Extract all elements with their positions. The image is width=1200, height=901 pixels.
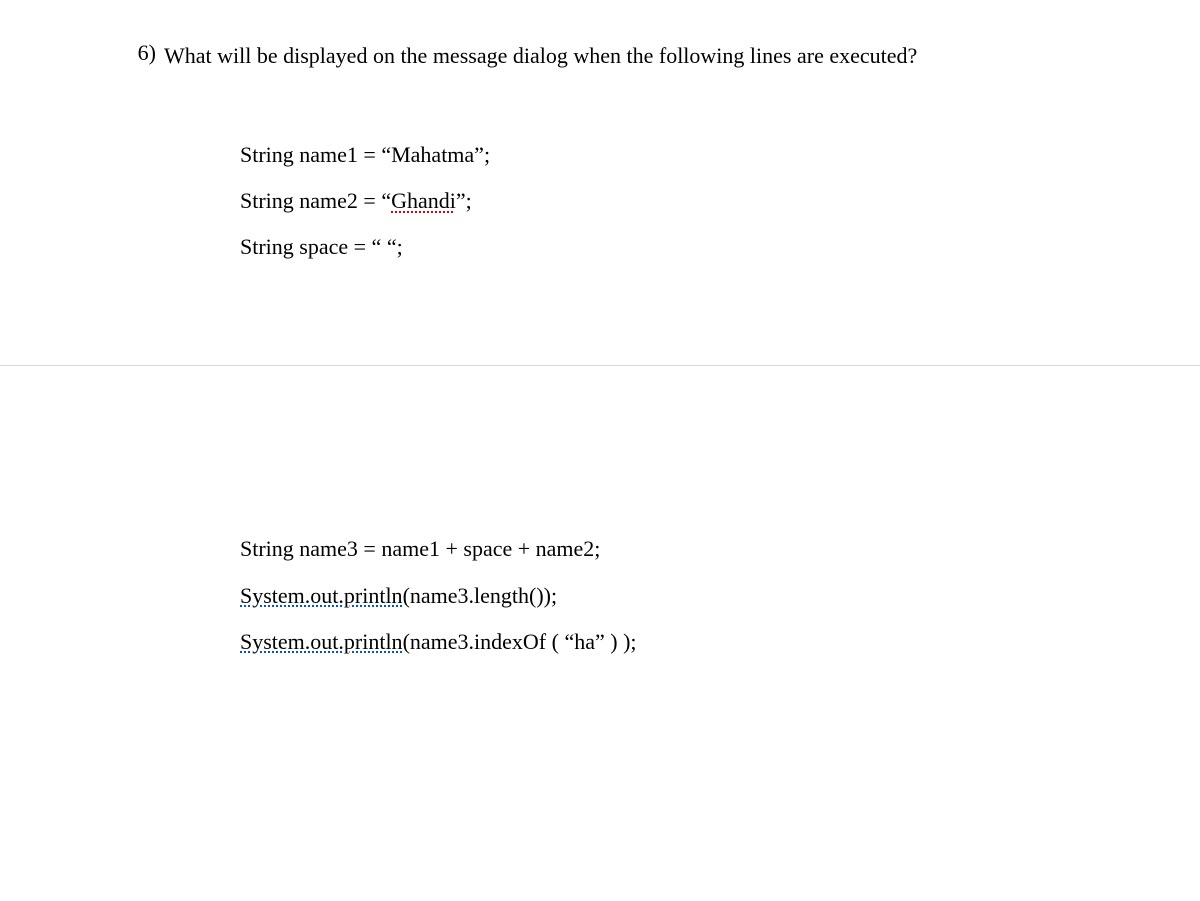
question-number: 6) xyxy=(130,40,164,66)
code-line-6: System.out.println(name3.indexOf ( “ha” … xyxy=(240,619,1200,665)
code-block-upper: String name1 = “Mahatma”; String name2 =… xyxy=(240,132,1200,271)
code-text: (name3.indexOf ( “ha” ) ); xyxy=(403,629,637,654)
code-text: (name3.length()); xyxy=(403,583,558,608)
code-line-2: String name2 = “Ghandi”; xyxy=(240,178,1200,224)
code-text: String name2 = “ xyxy=(240,188,391,213)
code-line-3: String space = “ “; xyxy=(240,224,1200,270)
code-text: ”; xyxy=(456,188,472,213)
grammar-underline: System.out.println xyxy=(240,583,403,608)
code-line-5: System.out.println(name3.length()); xyxy=(240,573,1200,619)
code-text: String name1 = “Mahatma”; xyxy=(240,142,490,167)
code-text: String space = “ “; xyxy=(240,234,403,259)
code-line-1: String name1 = “Mahatma”; xyxy=(240,132,1200,178)
question-text: What will be displayed on the message di… xyxy=(164,40,1060,72)
page-container: 6) What will be displayed on the message… xyxy=(0,0,1200,665)
grammar-underline: System.out.println xyxy=(240,629,403,654)
code-line-4: String name3 = name1 + space + name2; xyxy=(240,526,1200,572)
code-block-lower: String name3 = name1 + space + name2; Sy… xyxy=(240,526,1200,665)
page-divider xyxy=(0,365,1200,366)
code-text: String name3 = name1 + space + name2; xyxy=(240,536,600,561)
question-block: 6) What will be displayed on the message… xyxy=(0,40,1200,72)
spellcheck-underline: Ghandi xyxy=(391,188,456,213)
